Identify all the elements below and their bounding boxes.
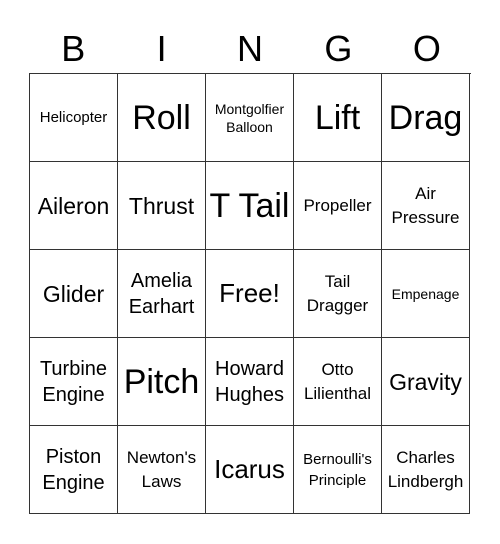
bingo-cell[interactable]: Glider [30, 250, 118, 338]
cell-label: Pitch [123, 362, 200, 401]
cell-label: Lift [314, 98, 361, 137]
bingo-cell[interactable]: Howard Hughes [206, 338, 294, 426]
cell-label: Montgolfier Balloon [214, 100, 285, 135]
cell-label: Newton's Laws [126, 447, 197, 491]
cell-label: Roll [132, 98, 191, 137]
cell-label: Propeller [303, 195, 372, 215]
cell-label: Turbine Engine [39, 357, 108, 406]
bingo-cell[interactable]: Drag [382, 74, 470, 162]
header-letter-i: I [156, 28, 167, 69]
cell-label: Helicopter [39, 109, 108, 126]
cell-label: Drag [388, 98, 463, 137]
bingo-cell[interactable]: Turbine Engine [30, 338, 118, 426]
header-letter-g: G [324, 28, 353, 69]
free-space-cell[interactable]: Free! [206, 250, 294, 338]
cell-label: Piston Engine [42, 445, 105, 494]
cell-label: Aileron [37, 192, 110, 219]
cell-label: Charles Lindbergh [387, 447, 464, 491]
cell-label: Empenage [391, 285, 460, 302]
cell-label: Gravity [389, 368, 462, 395]
cell-label: Howard Hughes [215, 357, 284, 406]
bingo-cell[interactable]: Amelia Earhart [118, 250, 206, 338]
bingo-cell[interactable]: Charles Lindbergh [382, 426, 470, 514]
bingo-grid: Helicopter Roll Montgolfier Balloon Lift Dra… [29, 73, 471, 514]
bingo-header: B I N G O [29, 27, 471, 71]
bingo-cell[interactable]: Newton's Laws [118, 426, 206, 514]
bingo-cell[interactable]: Thrust [118, 162, 206, 250]
bingo-cell[interactable]: T Tail [206, 162, 294, 250]
cell-label: Thrust [128, 192, 195, 219]
cell-label: Amelia Earhart [128, 269, 195, 318]
bingo-cell[interactable]: Aileron [30, 162, 118, 250]
cell-label: Glider [42, 280, 105, 307]
cell-label: Tail Dragger [306, 271, 369, 315]
cell-label: Icarus [214, 454, 285, 485]
bingo-cell[interactable]: Bernoulli's Principle [294, 426, 382, 514]
cell-label: Bernoulli's Principle [303, 450, 372, 489]
bingo-cell[interactable]: Gravity [382, 338, 470, 426]
bingo-cell[interactable]: Empenage [382, 250, 470, 338]
bingo-cell[interactable]: Roll [118, 74, 206, 162]
bingo-cell[interactable]: Otto Lilienthal [294, 338, 382, 426]
cell-label: T Tail [209, 186, 290, 225]
bingo-cell[interactable]: Piston Engine [30, 426, 118, 514]
bingo-cell[interactable]: Tail Dragger [294, 250, 382, 338]
header-letter-o: O [412, 28, 441, 69]
cell-label: Otto Lilienthal [303, 359, 372, 403]
header-letter-n: N [237, 28, 264, 69]
bingo-cell[interactable]: Helicopter [30, 74, 118, 162]
cell-label: Air Pressure [391, 183, 460, 227]
bingo-cell[interactable]: Propeller [294, 162, 382, 250]
cell-label: Free! [219, 278, 280, 309]
header-letter-b: B [61, 28, 86, 69]
bingo-cell[interactable]: Pitch [118, 338, 206, 426]
bingo-cell[interactable]: Montgolfier Balloon [206, 74, 294, 162]
bingo-cell[interactable]: Air Pressure [382, 162, 470, 250]
bingo-cell[interactable]: Lift [294, 74, 382, 162]
bingo-cell[interactable]: Icarus [206, 426, 294, 514]
